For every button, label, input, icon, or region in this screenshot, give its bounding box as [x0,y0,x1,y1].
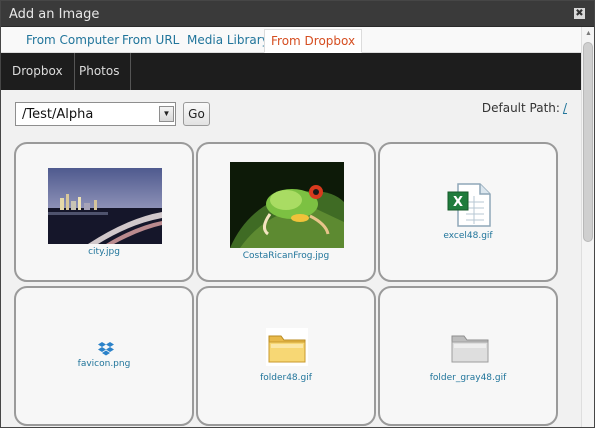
path-select[interactable]: /Test/Alpha ▼ [15,102,176,126]
excel-file-icon: X [447,183,491,227]
file-name: folder48.gif [260,373,312,383]
dialog-title: Add an Image [9,7,100,22]
file-tile-city[interactable]: city.jpg [14,142,194,282]
file-tile-folder[interactable]: folder48.gif [196,286,376,426]
svg-text:X: X [453,195,463,210]
scroll-up-icon[interactable]: ▲ [582,27,594,41]
subnav-dropbox[interactable]: Dropbox [1,53,75,90]
gray-folder-icon [451,335,489,363]
tab-from-computer[interactable]: From Computer [20,29,125,53]
add-image-dialog: Add an Image ✖ From Computer From URL Me… [0,0,595,428]
file-tile-folder-gray[interactable]: folder_gray48.gif [378,286,558,426]
file-name: excel48.gif [443,231,493,241]
default-path-label: Default Path: [481,101,560,115]
file-tile-frog[interactable]: CostaRicanFrog.jpg [196,142,376,282]
file-browser: /Test/Alpha ▼ Go Default Path: / city.jp… [1,90,581,427]
default-path: Default Path: / [482,101,567,115]
scroll-thumb[interactable] [583,42,593,242]
city-photo-thumbnail [48,168,162,244]
path-select-value: /Test/Alpha [22,107,94,122]
file-name: CostaRicanFrog.jpg [242,251,330,261]
chevron-down-icon[interactable]: ▼ [159,106,174,122]
close-icon[interactable]: ✖ [574,8,585,19]
file-name: city.jpg [88,247,120,257]
tab-from-url[interactable]: From URL [116,29,185,53]
tab-media-library[interactable]: Media Library [181,29,275,53]
frog-photo-thumbnail [230,162,344,248]
file-tile-favicon[interactable]: favicon.png [14,286,194,426]
file-tile-excel[interactable]: X excel48.gif [378,142,558,282]
file-name: folder_gray48.gif [429,373,507,383]
dropbox-subnav: Dropbox Photos [1,53,581,90]
tab-from-dropbox[interactable]: From Dropbox [264,29,363,53]
file-name: favicon.png [77,359,131,369]
go-button[interactable]: Go [183,102,210,126]
subnav-photos[interactable]: Photos [68,53,132,90]
media-source-tabs: From Computer From URL Media Library Fro… [1,27,581,53]
vertical-scrollbar[interactable]: ▲ [581,27,594,427]
default-path-link[interactable]: / [563,101,567,115]
dropbox-logo-icon [98,342,114,356]
yellow-folder-icon [266,328,308,366]
title-bar: Add an Image ✖ [1,1,594,27]
